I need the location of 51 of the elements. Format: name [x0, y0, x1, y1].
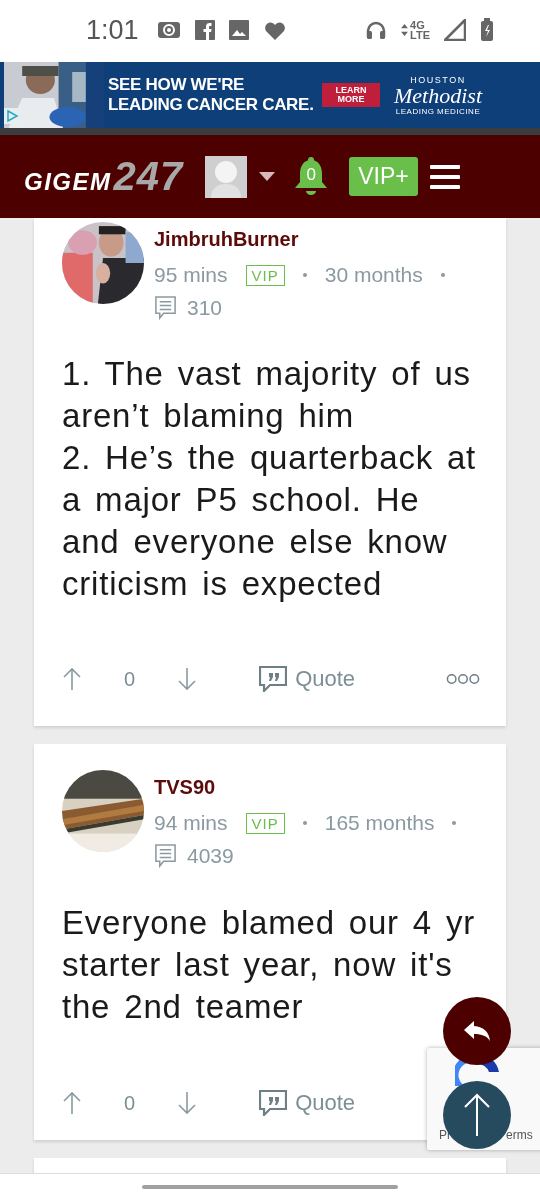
more-options-icon[interactable]: [446, 673, 480, 685]
separator-dot-icon: [452, 821, 457, 825]
member-tenure: 30 months: [324, 263, 423, 287]
caret-icon[interactable]: [259, 172, 276, 181]
vip-badge: VIP: [245, 264, 285, 286]
post-time: 95 mins: [154, 263, 228, 287]
upvote-icon[interactable]: [62, 667, 82, 691]
data-arrows-icon: [401, 24, 409, 36]
arrow-up-icon: [462, 1093, 492, 1137]
ad-headline: SEE HOW WE'RE LEADING CANCER CARE.: [108, 75, 315, 115]
network-subtype: LTE: [410, 30, 430, 40]
ad-banner[interactable]: SEE HOW WE'RE LEADING CANCER CARE. LEARN MORE HOUSTON Methodist LEADING MEDICINE: [0, 62, 540, 135]
menu-icon[interactable]: [429, 163, 460, 190]
battery-icon: [480, 18, 494, 42]
brand-top: HOUSTON: [410, 74, 466, 85]
comment-count: 310: [187, 295, 223, 320]
reply-icon: [462, 1019, 492, 1043]
member-tenure: 165 months: [324, 811, 435, 835]
author-name[interactable]: JimbruhBurner: [154, 228, 466, 251]
facebook-icon: [194, 20, 215, 40]
downvote-icon[interactable]: [177, 667, 198, 691]
quote-icon: [259, 1090, 288, 1116]
downvote-icon[interactable]: [177, 1091, 198, 1115]
adchoices-icon[interactable]: [4, 108, 20, 124]
headphones-icon: [365, 19, 388, 41]
author-name[interactable]: TVS90: [154, 776, 466, 799]
comments-icon: [154, 843, 177, 868]
signal-icon: [444, 19, 466, 41]
post-text: 1. The vast majority of us aren’t blaming him: [62, 354, 472, 436]
separator-dot-icon: [440, 273, 445, 277]
brand-name: Methodist: [394, 84, 482, 107]
brand-tagline: LEADING MEDICINE: [395, 106, 481, 116]
comment-count: 4039: [187, 843, 234, 868]
status-time: 1:01: [86, 14, 139, 46]
vote-count: 0: [124, 1091, 136, 1115]
image-icon: [228, 20, 249, 40]
vip-badge: VIP: [245, 812, 285, 834]
post-time: 94 mins: [154, 811, 228, 835]
separator-dot-icon: [302, 273, 307, 277]
user-avatar-icon[interactable]: [205, 155, 248, 198]
site-logo[interactable]: GIGEM247: [24, 154, 184, 199]
vote-count: 0: [124, 667, 136, 691]
quote-icon: [259, 666, 288, 692]
separator-dot-icon: [302, 821, 307, 825]
upvote-icon[interactable]: [62, 1091, 82, 1115]
comments-icon: [154, 295, 177, 320]
network-type: 4G: [410, 20, 426, 30]
terms-link-text[interactable]: erms: [506, 1128, 533, 1142]
learn-more-button[interactable]: LEARN MORE: [322, 83, 380, 107]
post-text: 2. He’s the quarterback at a major P5 school. He and everyone else know criticism is expected: [62, 438, 478, 604]
post-text: Everyone blamed our 4 yr starter last year, now it's the 2nd teamer: [62, 903, 477, 1027]
